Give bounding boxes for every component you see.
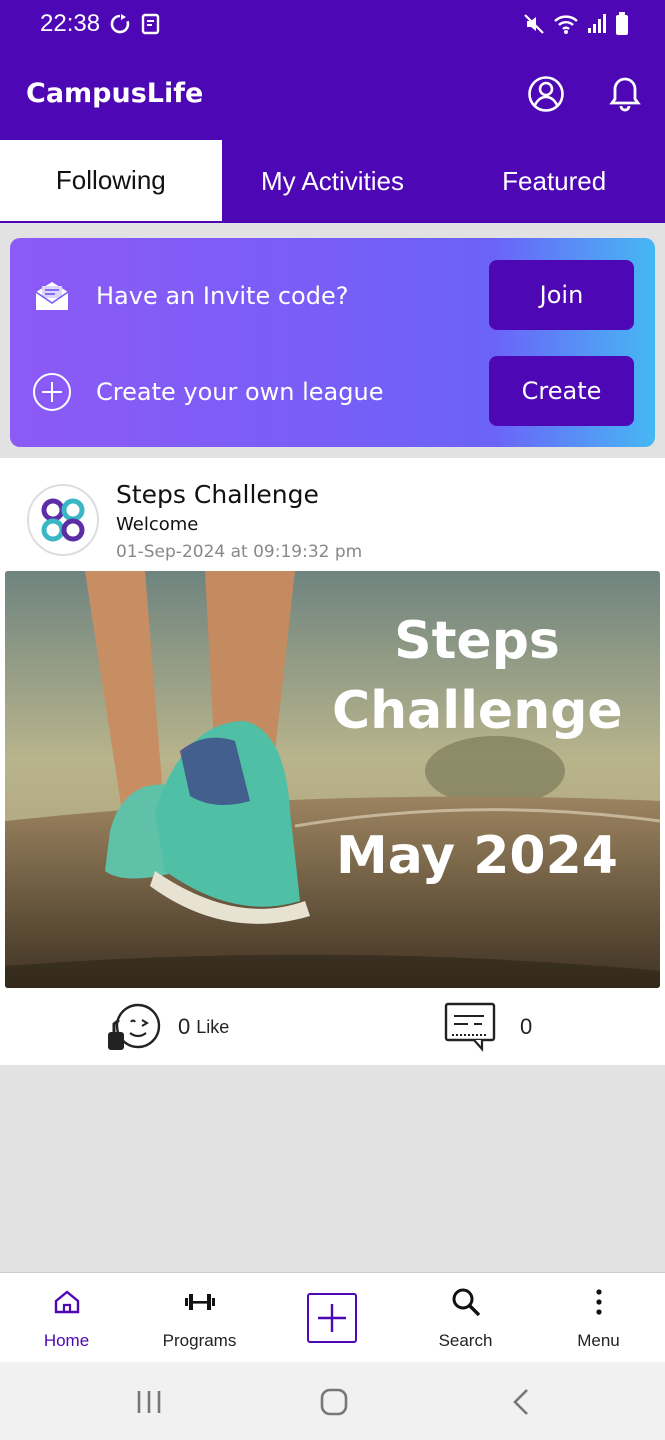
tab-featured[interactable]: Featured bbox=[443, 140, 665, 223]
more-vertical-icon bbox=[595, 1289, 602, 1315]
bottom-navigation: Home Programs Search Menu bbox=[0, 1272, 665, 1362]
nav-home[interactable]: Home bbox=[0, 1273, 133, 1363]
bell-icon bbox=[609, 77, 641, 112]
league-logo-icon bbox=[41, 498, 85, 542]
signal-icon bbox=[588, 14, 606, 33]
post-image[interactable]: Steps Challenge May 2024 bbox=[5, 571, 660, 988]
home-circle-icon bbox=[320, 1388, 348, 1416]
add-button[interactable] bbox=[307, 1293, 357, 1343]
recent-apps-button[interactable] bbox=[129, 1384, 169, 1420]
post-actions: 0 Like 0 bbox=[0, 998, 665, 1058]
status-icons-right bbox=[523, 12, 629, 36]
sync-icon bbox=[110, 14, 130, 34]
join-button[interactable]: Join bbox=[489, 260, 634, 330]
status-icons-left bbox=[108, 12, 162, 36]
image-text-steps: Steps bbox=[394, 611, 560, 671]
battery-icon bbox=[616, 12, 628, 35]
post-date: 01-Sep-2024 at 09:19:32 pm bbox=[116, 542, 363, 562]
recent-apps-icon bbox=[137, 1391, 161, 1413]
back-chevron-icon bbox=[513, 1389, 528, 1415]
like-label: Like bbox=[196, 1016, 230, 1037]
plus-icon bbox=[318, 1304, 346, 1332]
nav-home-label: Home bbox=[43, 1331, 90, 1350]
profile-button[interactable] bbox=[526, 74, 566, 114]
dumbbell-icon bbox=[184, 1294, 215, 1310]
comment-button[interactable]: 0 bbox=[444, 1002, 532, 1052]
like-button[interactable]: 0 Like bbox=[106, 1002, 229, 1052]
status-bar: 22:38 bbox=[0, 0, 665, 50]
notifications-button[interactable] bbox=[605, 74, 645, 114]
plus-circle-icon bbox=[32, 372, 72, 412]
comment-icon bbox=[444, 1002, 496, 1052]
post-subtitle: Welcome bbox=[116, 514, 199, 535]
create-league-label: Create your own league bbox=[96, 378, 384, 406]
back-button[interactable] bbox=[501, 1384, 541, 1420]
image-text-date: May 2024 bbox=[336, 826, 618, 886]
home-icon bbox=[54, 1290, 79, 1314]
create-league-row: Create your own league Create bbox=[10, 356, 655, 428]
search-icon bbox=[452, 1288, 480, 1317]
post-card: Steps Challenge Welcome 01-Sep-2024 at 0… bbox=[0, 458, 665, 1065]
invite-code-row: Have an Invite code? Join bbox=[10, 260, 655, 332]
tab-following[interactable]: Following bbox=[0, 140, 222, 223]
tab-bar: Following My Activities Featured bbox=[0, 140, 665, 223]
post-title[interactable]: Steps Challenge bbox=[116, 480, 319, 509]
nav-search-label: Search bbox=[438, 1331, 493, 1350]
home-system-button[interactable] bbox=[314, 1384, 354, 1420]
app-title: CampusLife bbox=[26, 78, 204, 109]
envelope-icon bbox=[32, 276, 72, 316]
tab-my-activities[interactable]: My Activities bbox=[222, 140, 444, 223]
invite-card: Have an Invite code? Join Create your ow… bbox=[10, 238, 655, 447]
wifi-icon bbox=[554, 15, 578, 34]
clipboard-icon bbox=[141, 13, 160, 35]
comment-count: 0 bbox=[520, 1014, 533, 1039]
nav-programs[interactable]: Programs bbox=[133, 1273, 266, 1363]
create-button[interactable]: Create bbox=[489, 356, 634, 426]
status-time: 22:38 bbox=[40, 10, 101, 37]
nav-search[interactable]: Search bbox=[399, 1273, 532, 1363]
invite-code-label: Have an Invite code? bbox=[96, 282, 349, 310]
system-navigation-bar bbox=[0, 1362, 665, 1440]
mute-icon bbox=[524, 14, 544, 34]
nav-menu-label: Menu bbox=[577, 1331, 620, 1350]
avatar[interactable] bbox=[27, 484, 99, 556]
nav-programs-label: Programs bbox=[162, 1331, 237, 1350]
image-text-challenge: Challenge bbox=[332, 681, 623, 741]
profile-icon bbox=[528, 76, 564, 112]
app-bar: CampusLife bbox=[0, 50, 665, 140]
like-emoji-icon bbox=[108, 1003, 161, 1050]
nav-menu[interactable]: Menu bbox=[532, 1273, 665, 1363]
like-count: 0 bbox=[178, 1014, 191, 1039]
